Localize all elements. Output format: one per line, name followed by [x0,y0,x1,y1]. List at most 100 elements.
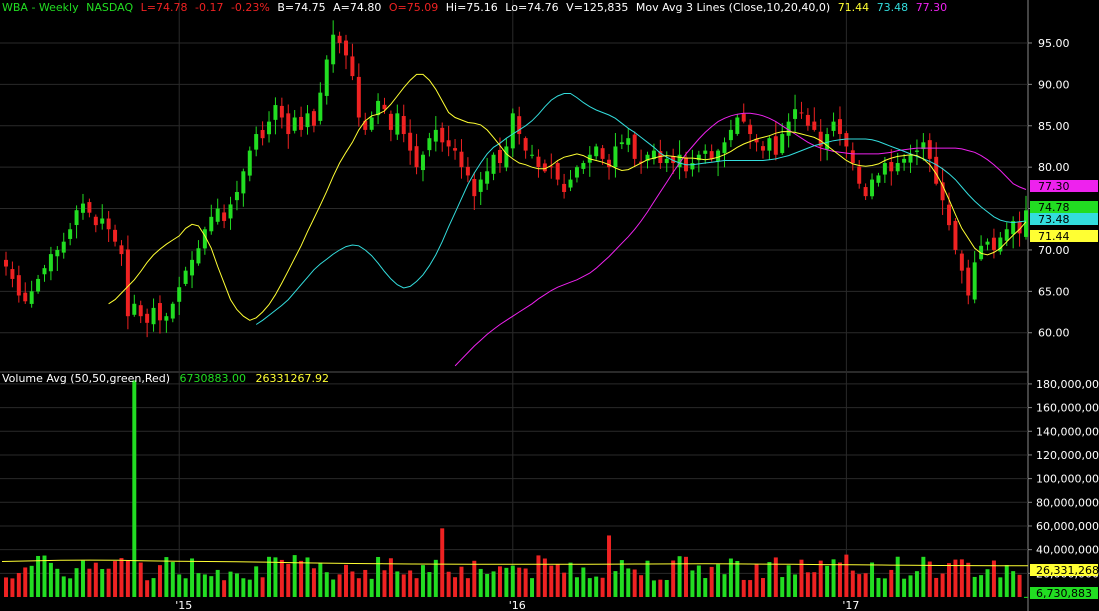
volume-bar [651,580,656,597]
volume-bar [138,562,143,597]
volume-bar [125,560,130,597]
candle-body [420,154,425,171]
volume-bar [395,571,400,597]
ma40-line [454,112,1027,367]
candle-body [889,161,894,172]
candle-body [690,163,695,170]
volume-bar [459,566,464,597]
candle-body [748,124,753,135]
volume-bar [844,554,849,597]
volume-bar [106,568,111,597]
candle-body [209,216,214,232]
volume-bar [703,578,708,597]
candle-body [472,179,477,197]
volume-bar [401,574,406,597]
candle-body [959,253,964,271]
volume-tick-label: 180,000,000 [1036,378,1099,391]
volume-bar [825,565,830,597]
volume-bar [465,578,470,597]
candle-body [132,303,137,315]
volume-bar [497,566,502,597]
volume-bar [100,569,105,597]
candle-body [119,245,124,255]
volume-bar [594,576,599,597]
volume-bar [799,559,804,597]
volume-avg-label: Volume Avg (50,50,green,Red) [2,372,171,385]
candle-body [805,114,810,126]
volume-bar [177,574,182,597]
x-tick-label: '16 [509,599,526,611]
x-tick-label: '17 [842,599,859,611]
volume-tick-label: 80,000,000 [1036,496,1099,509]
volume-bar [267,556,272,597]
candle-body [16,275,21,296]
ma10-value: 71.44 [837,1,870,14]
volume-bar [574,577,579,597]
candle-body [536,156,541,168]
bid-price: B=74.75 [277,1,326,14]
candle-body [908,154,913,163]
candle-body [48,254,53,272]
candle-body [972,262,977,300]
candle-body [286,113,291,135]
volume-tick-label: 120,000,000 [1036,449,1099,462]
ma20-value: 73.48 [876,1,909,14]
candle-body [863,187,868,197]
volume-bar [671,560,676,597]
mov-avg-label: Mov Avg 3 Lines (Close,10,20,40,0) [635,1,831,14]
volume-bar [4,577,8,597]
candle-body [125,249,130,317]
volume-bar [170,562,175,597]
volume-bar [889,569,894,597]
volume-bar [998,577,1003,597]
candle-body [581,163,586,169]
volume-bar [286,563,291,597]
volume-bar [344,564,348,597]
candle-body [953,220,958,250]
price-tag-label: 77.30 [1038,180,1070,193]
candle-body [4,259,8,267]
volume-bar [882,578,887,597]
volume-bar [805,572,810,597]
chart-header: WBA - Weekly NASDAQ L=74.78 -0.17 -0.23%… [2,1,951,14]
candle-body [292,117,297,131]
volume-bar [613,571,618,597]
candle-body [594,146,599,157]
volume-bar [696,565,701,597]
volume-bar [337,574,342,597]
candle-body [991,237,996,250]
volume-bar [260,577,265,597]
volume-bar [536,555,541,597]
volume-bar [215,569,220,597]
volume-bar [587,578,592,597]
volume-bar [23,567,28,597]
ma40-value: 77.30 [915,1,948,14]
volume-tag-label: 26,331,268 [1036,564,1099,577]
volume-bar [690,570,695,597]
candle-body [1004,229,1009,241]
volume-tick-label: 140,000,000 [1036,425,1099,438]
candle-body [741,113,746,122]
volume-bar [760,578,765,597]
price-tick-label: 95.00 [1038,37,1070,50]
volume-bar [735,560,740,597]
volume-bar [619,560,624,597]
ask-price: A=74.80 [333,1,382,14]
volume-bar [947,563,952,597]
candle-body [177,287,182,302]
volume-bar [440,528,445,597]
volume-bar [793,574,798,597]
change-value: -0.17 [194,1,224,14]
candle-body [453,148,458,151]
volume-bar [356,578,361,597]
candle-body [780,134,785,154]
volume-bar [491,571,496,597]
volume-bar [921,556,926,597]
candle-body [716,150,721,162]
volume-avg-red: 26331267.92 [255,372,329,385]
price-volume-chart[interactable]: 60.0065.0070.0075.0080.0085.0090.0095.00… [0,0,1099,611]
volume-bar [581,567,586,597]
volume-bar [857,574,862,597]
candle-body [985,241,990,245]
candle-body [414,146,419,168]
